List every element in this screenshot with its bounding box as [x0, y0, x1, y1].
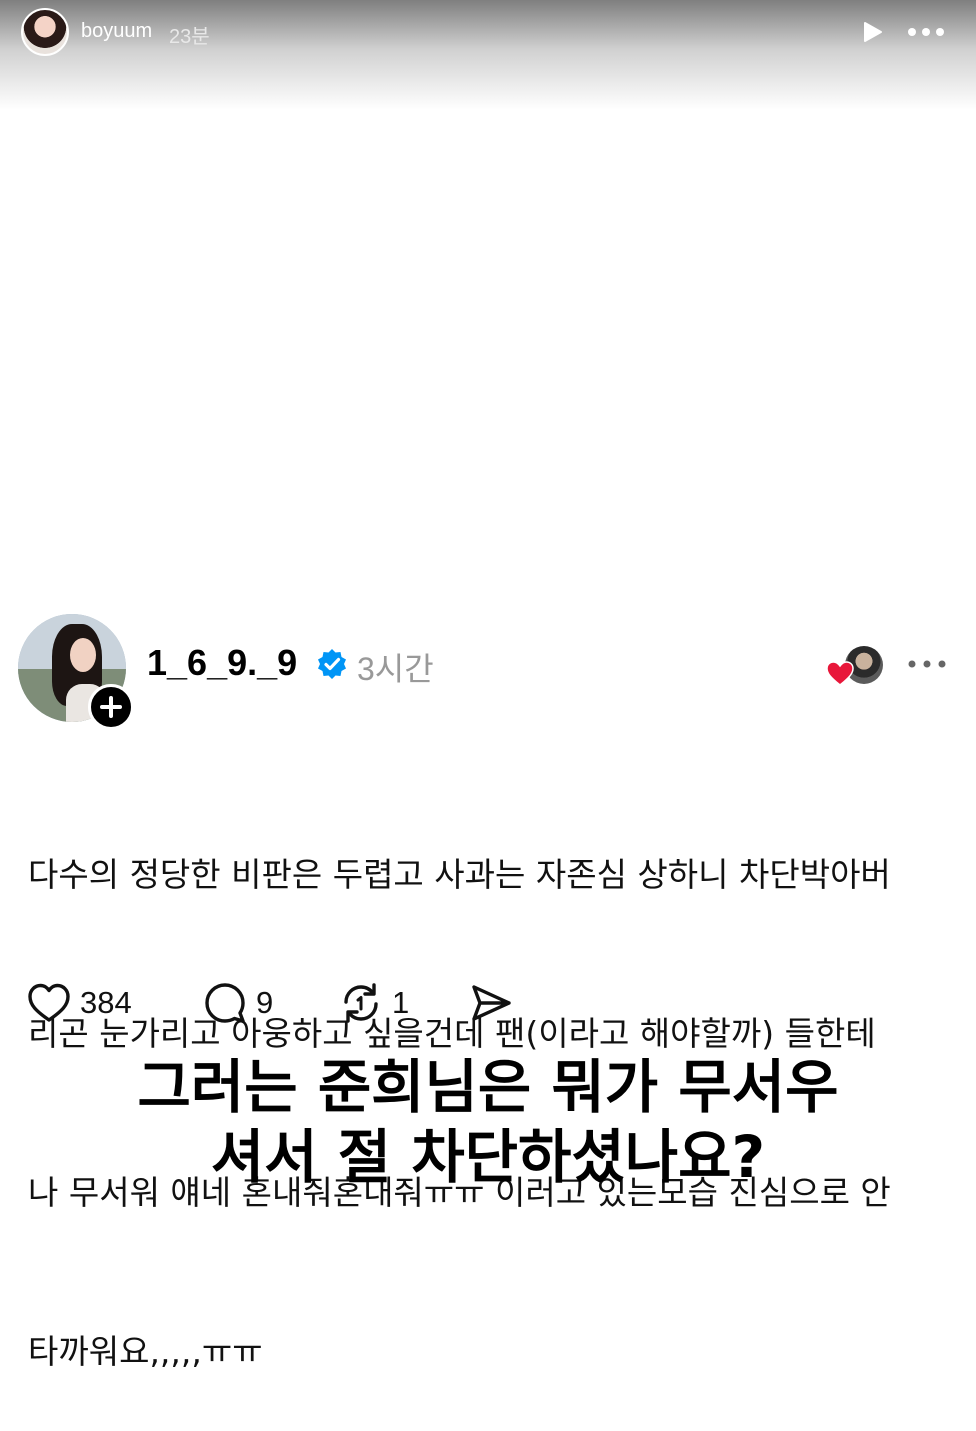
avatar-face: [70, 638, 96, 672]
play-icon[interactable]: [860, 20, 884, 44]
story-header: [0, 0, 976, 110]
story-username[interactable]: boyuum: [81, 20, 152, 43]
post-body-line: 타까워요,,,,,ㅠㅠ: [28, 1332, 263, 1371]
plus-icon: [100, 696, 122, 718]
like-button[interactable]: 384: [26, 978, 132, 1028]
more-icon[interactable]: [906, 22, 946, 42]
reply-count: 9: [256, 985, 274, 1020]
follow-button[interactable]: [88, 684, 134, 730]
reply-button[interactable]: 9: [202, 978, 273, 1028]
repost-button[interactable]: 1: [338, 978, 409, 1028]
story-time: 23분: [169, 26, 210, 48]
share-button[interactable]: [468, 978, 514, 1028]
action-bar: 384 9 1: [0, 978, 976, 1028]
repost-icon: [344, 983, 378, 1023]
heart-badge-icon: [826, 661, 854, 686]
verified-badge-icon: [318, 649, 346, 679]
caption-line: 그러는 준희님은 뭐가 무서우: [137, 1053, 839, 1121]
comment-icon: [205, 983, 245, 1023]
send-icon: [472, 985, 511, 1021]
repost-count: 1: [392, 985, 410, 1020]
story-avatar[interactable]: [21, 8, 69, 56]
post-body-line: 다수의 정당한 비판은 두렵고 사과는 자존심 상하니 차단박아버: [28, 855, 891, 894]
story-caption: 그러는 준희님은 뭐가 무서우 셔서 절 차단하셨나요?: [0, 1052, 976, 1192]
caption-line: 셔서 절 차단하셨나요?: [210, 1123, 766, 1191]
post-username[interactable]: 1_6_9._9: [147, 642, 297, 684]
post-time: 3시간: [357, 651, 434, 687]
like-count: 384: [80, 985, 132, 1020]
heart-icon: [28, 983, 70, 1022]
more-icon[interactable]: [906, 655, 948, 673]
